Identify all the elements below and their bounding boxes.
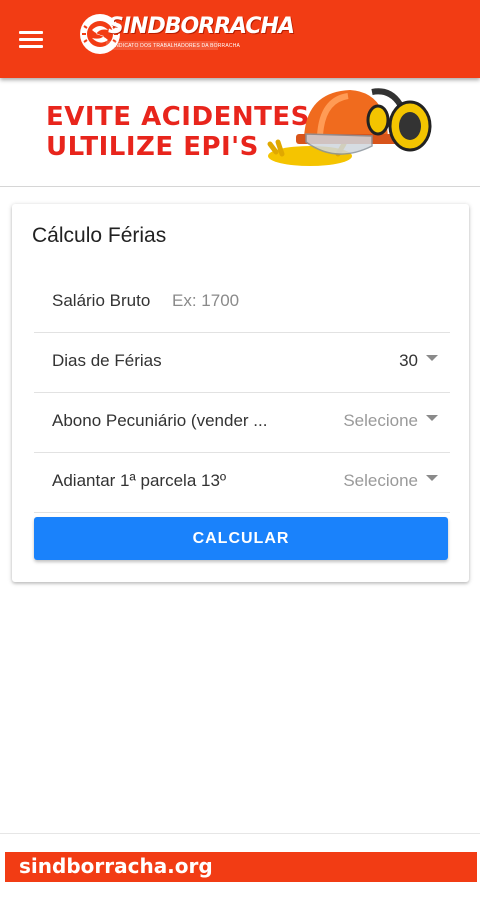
card-title: Cálculo Férias (32, 224, 167, 247)
abono-label: Abono Pecuniário (vender ... (52, 411, 268, 430)
abono-row: Abono Pecuniário (vender ... Selecione (34, 392, 450, 453)
logo-subtitle: SINDICATO DOS TRABALHADORES DA BORRACHA (110, 43, 241, 49)
abono-value: Selecione (343, 411, 418, 430)
salary-row: Salário Bruto (34, 272, 450, 333)
salary-label: Salário Bruto (52, 291, 151, 310)
advance-13th-row: Adiantar 1ª parcela 13º Selecione (34, 452, 450, 513)
app-bar: SINDBORRACHA SINDICATO DOS TRABALHADORES… (0, 0, 480, 78)
vacation-days-row: Dias de Férias 30 (34, 332, 450, 393)
sindborracha-logo: SINDBORRACHA SINDICATO DOS TRABALHADORES… (78, 8, 295, 64)
vacation-days-label: Dias de Férias (52, 351, 162, 370)
dropdown-caret-icon (426, 475, 438, 481)
vacation-calculator-card: Cálculo Férias Salário Bruto Dias de Fér… (12, 204, 469, 582)
footer-divider (0, 833, 480, 834)
vacation-days-select[interactable]: 30 (399, 344, 438, 378)
vacation-days-value: 30 (399, 351, 418, 370)
abono-select[interactable]: Selecione (343, 404, 438, 438)
salary-input[interactable] (172, 286, 432, 316)
footer-link-bar[interactable]: sindborracha.org (5, 852, 477, 882)
advance-13th-value: Selecione (343, 471, 418, 490)
footer-website-link[interactable]: sindborracha.org (19, 854, 213, 878)
advance-13th-select[interactable]: Selecione (343, 464, 438, 498)
advance-13th-label: Adiantar 1ª parcela 13º (52, 471, 227, 490)
dropdown-caret-icon (426, 355, 438, 361)
banner-line-2: ULTILIZE EPI'S (46, 132, 259, 162)
logo-text: SINDBORRACHA (108, 14, 295, 39)
hamburger-menu-icon[interactable] (10, 22, 52, 56)
calculate-button[interactable]: CALCULAR (34, 517, 448, 560)
safety-banner[interactable]: EVITE ACIDENTES ULTILIZE EPI'S (0, 78, 480, 187)
dropdown-caret-icon (426, 415, 438, 421)
ppe-equipment-image (267, 88, 432, 166)
